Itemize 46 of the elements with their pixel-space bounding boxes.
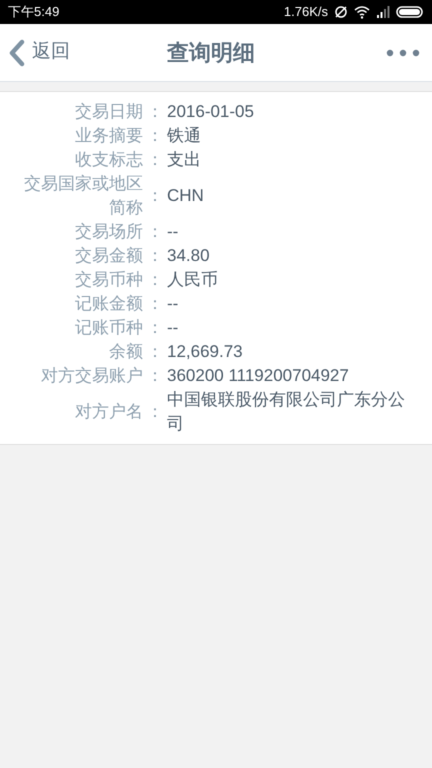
detail-value: 2016-01-05	[167, 101, 255, 123]
detail-label: 交易日期	[74, 101, 143, 123]
detail-value: CHN	[167, 185, 205, 207]
alarm-off-icon	[334, 5, 348, 19]
colon: ：	[146, 365, 164, 387]
colon: ：	[146, 401, 164, 423]
colon: ：	[146, 125, 164, 147]
wifi-icon	[354, 6, 370, 18]
detail-label: 余额	[108, 341, 143, 363]
detail-value: 12,669.73	[167, 341, 244, 363]
detail-label: 对方户名	[74, 401, 143, 423]
detail-value: 360200 1119200704927	[167, 365, 350, 387]
colon: ：	[146, 185, 164, 207]
detail-label: 交易币种	[74, 269, 143, 291]
detail-value: 34.80	[167, 245, 211, 267]
network-speed: 1.76K/s	[284, 3, 328, 22]
detail-label: 交易金额	[74, 245, 143, 267]
detail-value: 铁通	[167, 125, 202, 147]
more-icon	[386, 48, 420, 56]
detail-label: 收支标志	[74, 149, 143, 171]
colon: ：	[146, 269, 164, 291]
colon: ：	[146, 149, 164, 171]
detail-label: 对方交易账户	[40, 365, 143, 387]
detail-label: 记账金额	[74, 293, 143, 315]
colon: ：	[146, 101, 164, 123]
detail-label: 交易场所	[74, 221, 143, 243]
detail-value: 人民币	[167, 269, 219, 291]
colon: ：	[146, 317, 164, 339]
detail-value: 中国银联股份有限公司广东分公司	[167, 389, 406, 435]
status-time: 下午5:49	[8, 3, 60, 22]
colon: ：	[146, 293, 164, 315]
colon: ：	[146, 245, 164, 267]
detail-label: 交易国家或地区简称	[23, 173, 143, 219]
signal-icon	[376, 6, 390, 18]
colon: ：	[146, 341, 164, 363]
detail-value: --	[167, 293, 180, 315]
page-title: 查询明细	[167, 39, 255, 67]
back-button[interactable]: 返回	[8, 38, 70, 67]
chevron-left-icon	[8, 38, 26, 66]
battery-icon	[396, 6, 424, 18]
detail-value: 支出	[167, 149, 202, 171]
colon: ：	[146, 221, 164, 243]
detail-value: --	[167, 317, 180, 339]
detail-label: 记账币种	[74, 317, 143, 339]
detail-value: --	[167, 221, 180, 243]
detail-label: 业务摘要	[74, 125, 143, 147]
